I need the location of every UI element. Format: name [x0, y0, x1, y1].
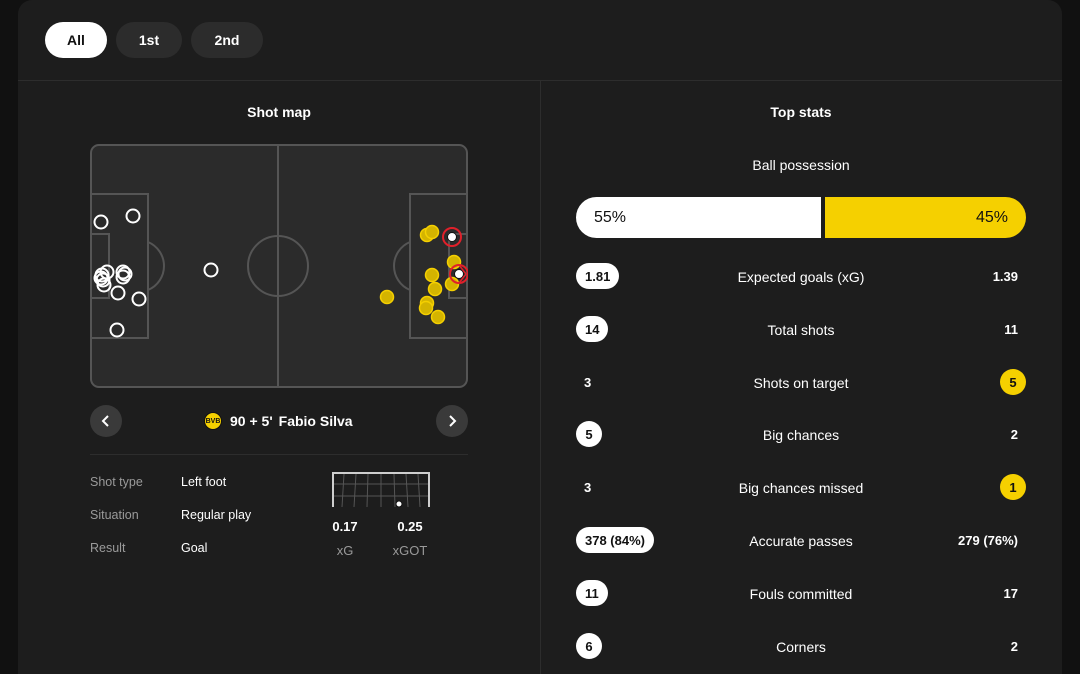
away-shot-marker[interactable] — [379, 289, 395, 305]
away-shot-marker[interactable] — [427, 281, 443, 297]
stat-away-value: 1.39 — [992, 268, 1018, 284]
away-shot-marker[interactable] — [418, 300, 434, 316]
stat-label: Corners — [776, 639, 826, 655]
stat-label: Shots on target — [753, 375, 849, 391]
away-shot-marker[interactable] — [430, 309, 446, 325]
stat-row: 3 Big chances missed 1 — [576, 472, 1026, 502]
stat-away-value: 2 — [1010, 426, 1018, 442]
stat-row: 378 (84%) Accurate passes 279 (76%) — [576, 525, 1026, 555]
tab-all[interactable]: All — [45, 22, 107, 58]
stat-row: 5 Big chances 2 — [576, 419, 1026, 449]
tab-2nd[interactable]: 2nd — [191, 22, 263, 58]
ball-icon — [447, 232, 457, 242]
stat-label: Big chances missed — [738, 480, 864, 496]
stat-label: Fouls committed — [749, 586, 853, 602]
stat-away-value: 17 — [1003, 585, 1018, 601]
shot-map-pitch — [90, 144, 468, 388]
stat-away-value: 1 — [1000, 474, 1026, 500]
result-key: Result — [90, 541, 126, 555]
chevron-left-icon — [101, 415, 109, 427]
stat-label: Expected goals (xG) — [737, 269, 865, 285]
away-shot-marker[interactable] — [424, 267, 440, 283]
period-tabs: All 1st 2nd — [45, 22, 263, 58]
shot-type-value: Left foot — [181, 475, 227, 489]
stat-row: 1.81 Expected goals (xG) 1.39 — [576, 261, 1026, 291]
shot-time: 90 + 5' — [230, 413, 273, 429]
stat-label: Big chances — [762, 427, 840, 443]
xg-label: xG — [336, 543, 354, 558]
possession-bar: 55% 45% — [576, 197, 1026, 238]
shot-map-title: Shot map — [247, 104, 311, 120]
xgot-label: xGOT — [392, 543, 428, 558]
xgot-value: 0.25 — [397, 519, 423, 534]
possession-away: 45% — [825, 197, 1026, 238]
away-shot-marker[interactable] — [424, 224, 440, 240]
top-stats-title: Top stats — [770, 104, 832, 120]
result-value: Goal — [181, 541, 208, 555]
stat-row: 3 Shots on target 5 — [576, 367, 1026, 397]
stat-label: Total shots — [767, 322, 835, 338]
prev-shot-button[interactable] — [90, 405, 122, 437]
selected-shot-label: BVB 90 + 5' Fabio Silva — [204, 412, 353, 430]
situation-value: Regular play — [181, 508, 252, 522]
xg-value: 0.17 — [332, 519, 358, 534]
ball-icon — [454, 269, 464, 279]
match-stats-card: All 1st 2nd Shot map BVB 90 + 5' Fabio S… — [18, 0, 1062, 674]
stat-away-value: 279 (76%) — [958, 532, 1018, 548]
shot-player: Fabio Silva — [278, 413, 353, 429]
possession-label: Ball possession — [752, 157, 850, 173]
stat-away-value: 2 — [1010, 638, 1018, 654]
stat-row: 11 Fouls committed 17 — [576, 578, 1026, 608]
shot-detail-divider — [90, 454, 468, 455]
bvb-crest-icon: BVB — [204, 412, 222, 430]
stat-away-value: 11 — [1004, 321, 1018, 337]
stat-row: 6 Corners 2 — [576, 631, 1026, 661]
situation-key: Situation — [90, 508, 139, 522]
goal-frame-icon — [332, 472, 430, 508]
stat-away-value: 5 — [1000, 369, 1026, 395]
possession-home: 55% — [576, 197, 821, 238]
chevron-right-icon — [449, 415, 457, 427]
next-shot-button[interactable] — [436, 405, 468, 437]
column-divider — [540, 81, 541, 674]
tab-1st[interactable]: 1st — [116, 22, 182, 58]
shot-type-key: Shot type — [90, 475, 143, 489]
stat-row: 14 Total shots 11 — [576, 314, 1026, 344]
